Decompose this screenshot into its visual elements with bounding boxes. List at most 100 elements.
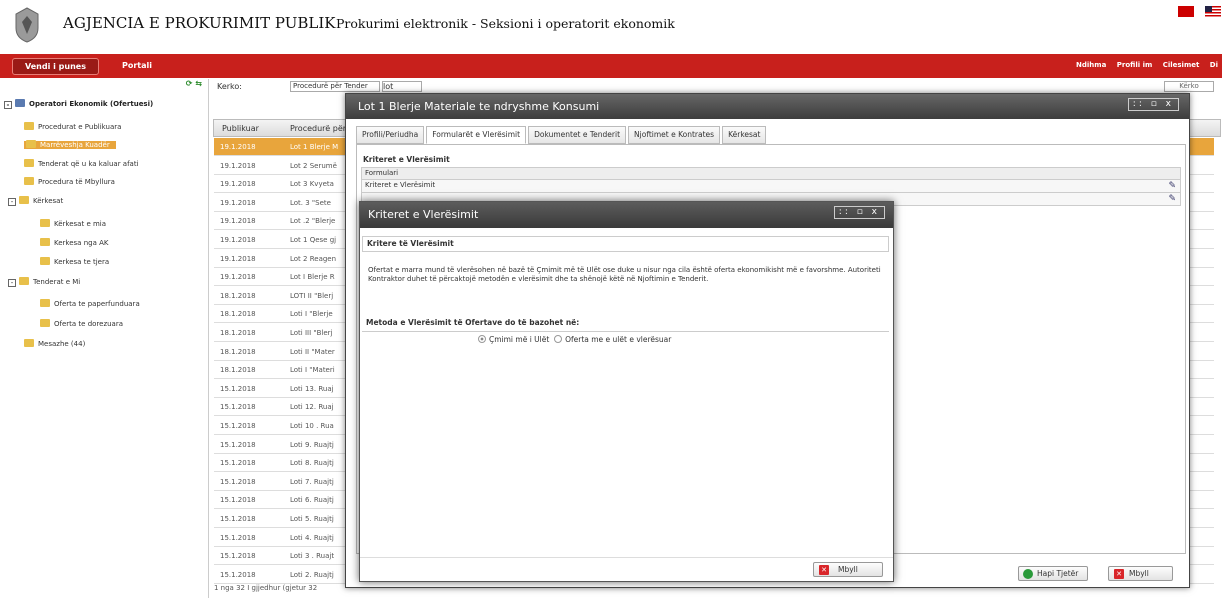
window-controls[interactable]: :: ▫ x <box>833 206 885 219</box>
folder-icon <box>26 140 36 148</box>
row-name: Loti 8. Ruajtj <box>290 459 334 468</box>
kriteret-body: Kritere të Vlerësimit Ofertat e marra mu… <box>360 234 893 554</box>
sidebar-item-mesazhe[interactable]: Mesazhe (44) <box>24 337 85 352</box>
sidebar-item-kerkesa-tjera[interactable]: Kerkesa te tjera <box>40 255 109 270</box>
table-header: Formulari <box>361 167 1181 180</box>
sidebar-item-tenderat-afati[interactable]: Tenderat që u ka kaluar afati <box>24 157 139 172</box>
row-date: 19.1.2018 <box>220 161 256 170</box>
sidebar-item-procedurat[interactable]: Procedurat e Publikuara <box>24 120 121 135</box>
radio-oferta[interactable] <box>554 335 563 343</box>
row-date: 15.1.2018 <box>220 552 256 561</box>
row-name: Loti III "Blerj <box>290 329 333 337</box>
tab-kerkesat[interactable]: Kërkesat <box>722 126 767 144</box>
sidebar-item-kerkesat-mia[interactable]: Kërkesat e mia <box>40 217 106 232</box>
edit-icon[interactable]: ✎ <box>1168 181 1176 192</box>
row-date: 15.1.2018 <box>220 496 256 505</box>
tree-root[interactable]: - Operatori Ekonomik (Ofertuesi) <box>4 97 153 112</box>
section-title: Metoda e Vlerësimit të Ofertave do të ba… <box>362 316 889 332</box>
lot-dialog-title: Lot 1 Blerje Materiale te ndryshme Konsu… <box>346 94 1189 119</box>
row-name: Loti I "Blerje <box>290 310 333 319</box>
row-name: Loti 10 . Rua <box>290 422 334 430</box>
row-date: 15.1.2018 <box>220 533 256 542</box>
search-button[interactable]: Kërko <box>1164 81 1214 92</box>
row-date: 19.1.2018 <box>220 236 256 244</box>
window-controls[interactable]: :: ▫ x <box>1127 98 1179 111</box>
sidebar: ⟳ ⇆ - Operatori Ekonomik (Ofertuesi) Proc… <box>0 79 209 598</box>
hapi-tjeter-button[interactable]: Hapi Tjetër <box>1018 566 1088 581</box>
refresh-icon[interactable]: ⟳ <box>186 79 193 88</box>
tab-formularet[interactable]: Formularët e Vlerësimit <box>426 126 527 144</box>
albanian-flag-icon[interactable] <box>1178 6 1194 17</box>
kriteret-footer: ✕ Mbyll <box>360 557 893 582</box>
folder-icon <box>19 277 29 285</box>
close-button[interactable]: ✕ Mbyll <box>1108 566 1173 581</box>
link-cilesimet[interactable]: Cilesimet <box>1163 61 1200 69</box>
row-date: 19.1.2018 <box>220 198 256 207</box>
row-date: 19.1.2018 <box>220 143 256 151</box>
row-name: Loti 4. Ruajtj <box>290 533 334 542</box>
folder-icon <box>40 257 50 265</box>
main-nav: Vendi i punes Portali Ndihma Profili im … <box>0 54 1222 78</box>
search-input[interactable]: lot <box>382 81 422 92</box>
row-name: Loti 9. Ruajtj <box>290 440 334 449</box>
collapse-icon[interactable]: - <box>4 101 12 109</box>
row-name: Lot .2 "Blerje <box>290 217 336 226</box>
row-date: 15.1.2018 <box>220 440 256 449</box>
kriteret-dialog-title: Kriteret e Vlerësimit :: ▫ x <box>360 202 893 228</box>
tab-njoftimet[interactable]: Njoftimet e Kontrates <box>628 126 721 144</box>
column-publikuar[interactable]: Publikuar <box>222 124 259 133</box>
row-name: Loti 7. Ruajtj <box>290 477 334 486</box>
link-profili[interactable]: Profili im <box>1117 61 1153 69</box>
folder-icon <box>24 159 34 167</box>
close-button[interactable]: ✕ Mbyll <box>813 562 883 577</box>
row-date: 15.1.2018 <box>220 477 256 486</box>
sidebar-tools: ⟳ ⇆ <box>0 79 208 93</box>
row-date: 18.1.2018 <box>220 291 256 300</box>
us-flag-icon[interactable] <box>1205 6 1221 17</box>
row-date: 19.1.2018 <box>220 217 256 226</box>
sidebar-item-tenderat[interactable]: - Tenderat e Mi <box>8 275 80 290</box>
tab-vendi-i-punes[interactable]: Vendi i punes <box>12 58 99 75</box>
link-dil[interactable]: Di <box>1210 61 1218 69</box>
folder-icon <box>40 238 50 246</box>
tab-portali[interactable]: Portali <box>122 58 152 73</box>
collapse-icon[interactable]: - <box>8 279 16 287</box>
row-date: 15.1.2018 <box>220 459 256 468</box>
sidebar-item-oferta-dorezuara[interactable]: Oferta te dorezuara <box>40 317 123 332</box>
sidebar-item-kerkesat[interactable]: - Kërkesat <box>8 194 63 209</box>
sidebar-item-mbyllura[interactable]: Procedura të Mbyllura <box>24 175 115 190</box>
row-date: 19.1.2018 <box>220 273 256 282</box>
play-icon <box>1023 569 1033 579</box>
sidebar-item-kerkesa-ak[interactable]: Kerkesa nga AK <box>40 236 108 251</box>
folder-icon <box>24 339 34 347</box>
search-type-select[interactable]: Procedurë për Tender <box>290 81 380 92</box>
edit-icon[interactable]: ✎ <box>1168 194 1176 205</box>
row-date: 15.1.2018 <box>220 515 256 523</box>
row-date: 18.1.2018 <box>220 329 256 337</box>
tab-dokumentet[interactable]: Dokumentet e Tenderit <box>528 126 627 144</box>
agency-title: AGJENCIA E PROKURIMIT PUBLIK <box>63 14 336 32</box>
app-subtitle: Prokurimi elektronik - Seksioni i operat… <box>336 16 675 31</box>
search-label: Kerko: <box>217 82 242 91</box>
folder-icon <box>40 299 50 307</box>
link-ndihma[interactable]: Ndihma <box>1076 61 1106 69</box>
tab-profili[interactable]: Profili/Periudha <box>356 126 425 144</box>
row-date: 18.1.2018 <box>220 366 256 375</box>
sidebar-item-marreveshja[interactable]: Marrëveshja Kuadër <box>24 138 116 153</box>
folder-icon <box>24 122 34 130</box>
method-radio-group: Çmimi më i Ulët Oferta me e ulët e vlerë… <box>478 335 671 344</box>
row-name: Loti 3 . Ruajt <box>290 552 335 561</box>
sidebar-item-oferta-paperfunduara[interactable]: Oferta te paperfunduara <box>40 297 140 312</box>
row-name: Lot 2 Serumë <box>290 161 337 170</box>
collapse-icon[interactable]: - <box>8 198 16 206</box>
folder-icon <box>19 196 29 204</box>
radio-cmimi[interactable] <box>478 335 486 343</box>
table-row[interactable]: Kriteret e Vlerësimit ✎ <box>361 180 1181 193</box>
kriteret-dialog: Kriteret e Vlerësimit :: ▫ x Kritere të … <box>359 201 894 582</box>
row-name: Lot 3 Kvyeta <box>290 180 334 189</box>
emblem-icon <box>15 7 39 43</box>
row-date: 15.1.2018 <box>220 570 256 579</box>
row-date: 15.1.2018 <box>220 422 256 430</box>
toggle-icon[interactable]: ⇆ <box>195 79 202 88</box>
section-title: Kriteret e Vlerësimit <box>363 155 450 164</box>
